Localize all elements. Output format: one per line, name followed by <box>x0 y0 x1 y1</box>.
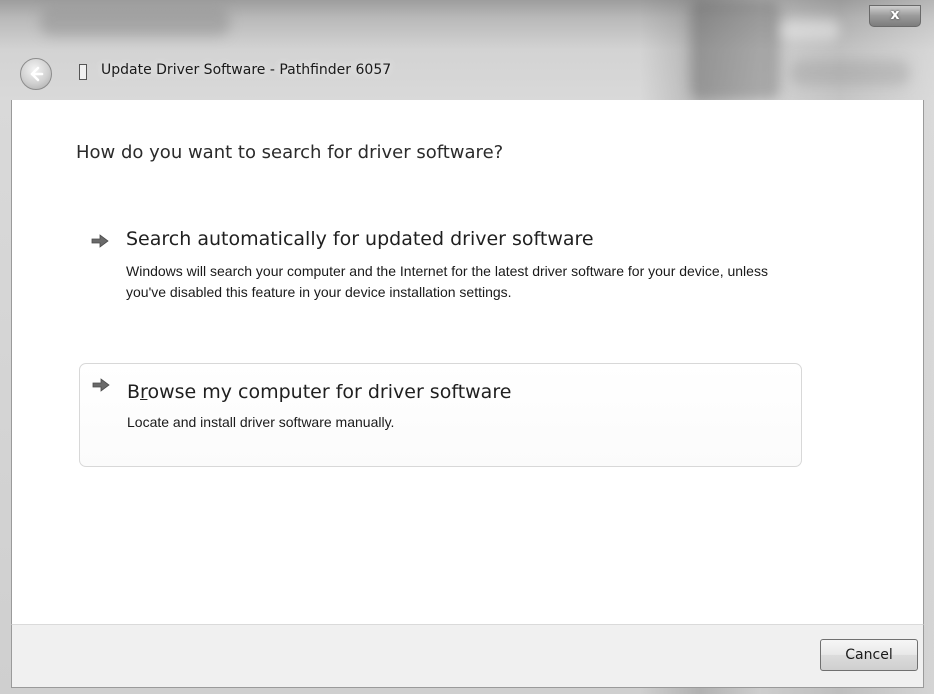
update-driver-window: Update Driver Software - Pathfinder 6057… <box>0 0 934 694</box>
green-arrow-icon <box>91 234 109 248</box>
option-description: Windows will search your computer and th… <box>126 263 768 300</box>
option-description: Locate and install driver software manua… <box>127 414 395 430</box>
back-button[interactable] <box>20 58 52 90</box>
page-heading: How do you want to search for driver sof… <box>76 142 504 163</box>
back-arrow-icon <box>30 66 44 82</box>
option-title: Browse my computer for driver software <box>127 381 511 403</box>
green-arrow-icon <box>92 378 110 392</box>
search-automatically-option[interactable]: Search automatically for updated driver … <box>79 220 802 326</box>
wizard-content: How do you want to search for driver sof… <box>11 100 924 624</box>
option-title: Search automatically for updated driver … <box>126 228 594 250</box>
close-button[interactable]: x <box>869 5 921 27</box>
button-bar: Cancel <box>11 624 924 688</box>
close-icon: x <box>890 7 900 23</box>
title-bar: Update Driver Software - Pathfinder 6057… <box>0 0 934 100</box>
cancel-button[interactable]: Cancel <box>820 639 918 671</box>
title-text: B <box>127 381 141 403</box>
browse-computer-option[interactable]: Browse my computer for driver software L… <box>79 363 802 467</box>
title-text: owse my computer for driver software <box>147 381 512 403</box>
device-icon <box>79 64 87 80</box>
window-title: Update Driver Software - Pathfinder 6057 <box>101 62 392 78</box>
